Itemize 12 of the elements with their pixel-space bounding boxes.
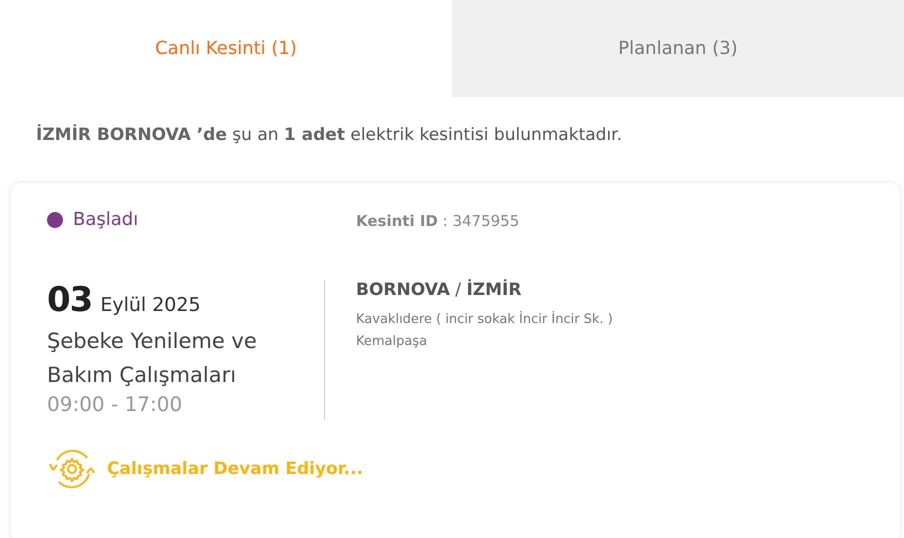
progress-status: Çalışmalar Devam Ediyor... <box>107 459 364 479</box>
date-day: 03 <box>47 280 92 320</box>
outage-id: Kesinti ID : 3475955 <box>356 212 520 230</box>
date-month-year: Eylül 2025 <box>100 294 201 316</box>
location-text: BORNOVA / İZMİR <box>356 280 522 300</box>
summary-text: İZMİR BORNOVA ’de şu an 1 adet elektrik kesintisi bulunmaktadır. <box>36 125 623 145</box>
status-label: Başladı <box>73 209 138 230</box>
address-line: Kemalpaşa <box>356 334 428 349</box>
tab[interactable]: Planlanan (3) <box>452 0 904 97</box>
time-range: 09:00 - 17:00 <box>47 392 184 416</box>
outage-title: Şebeke Yenileme ve Bakım Çalışmaları <box>47 328 258 389</box>
address-line: Kavaklıdere ( incir sokak İncir İncir Sk. ) <box>356 312 614 327</box>
